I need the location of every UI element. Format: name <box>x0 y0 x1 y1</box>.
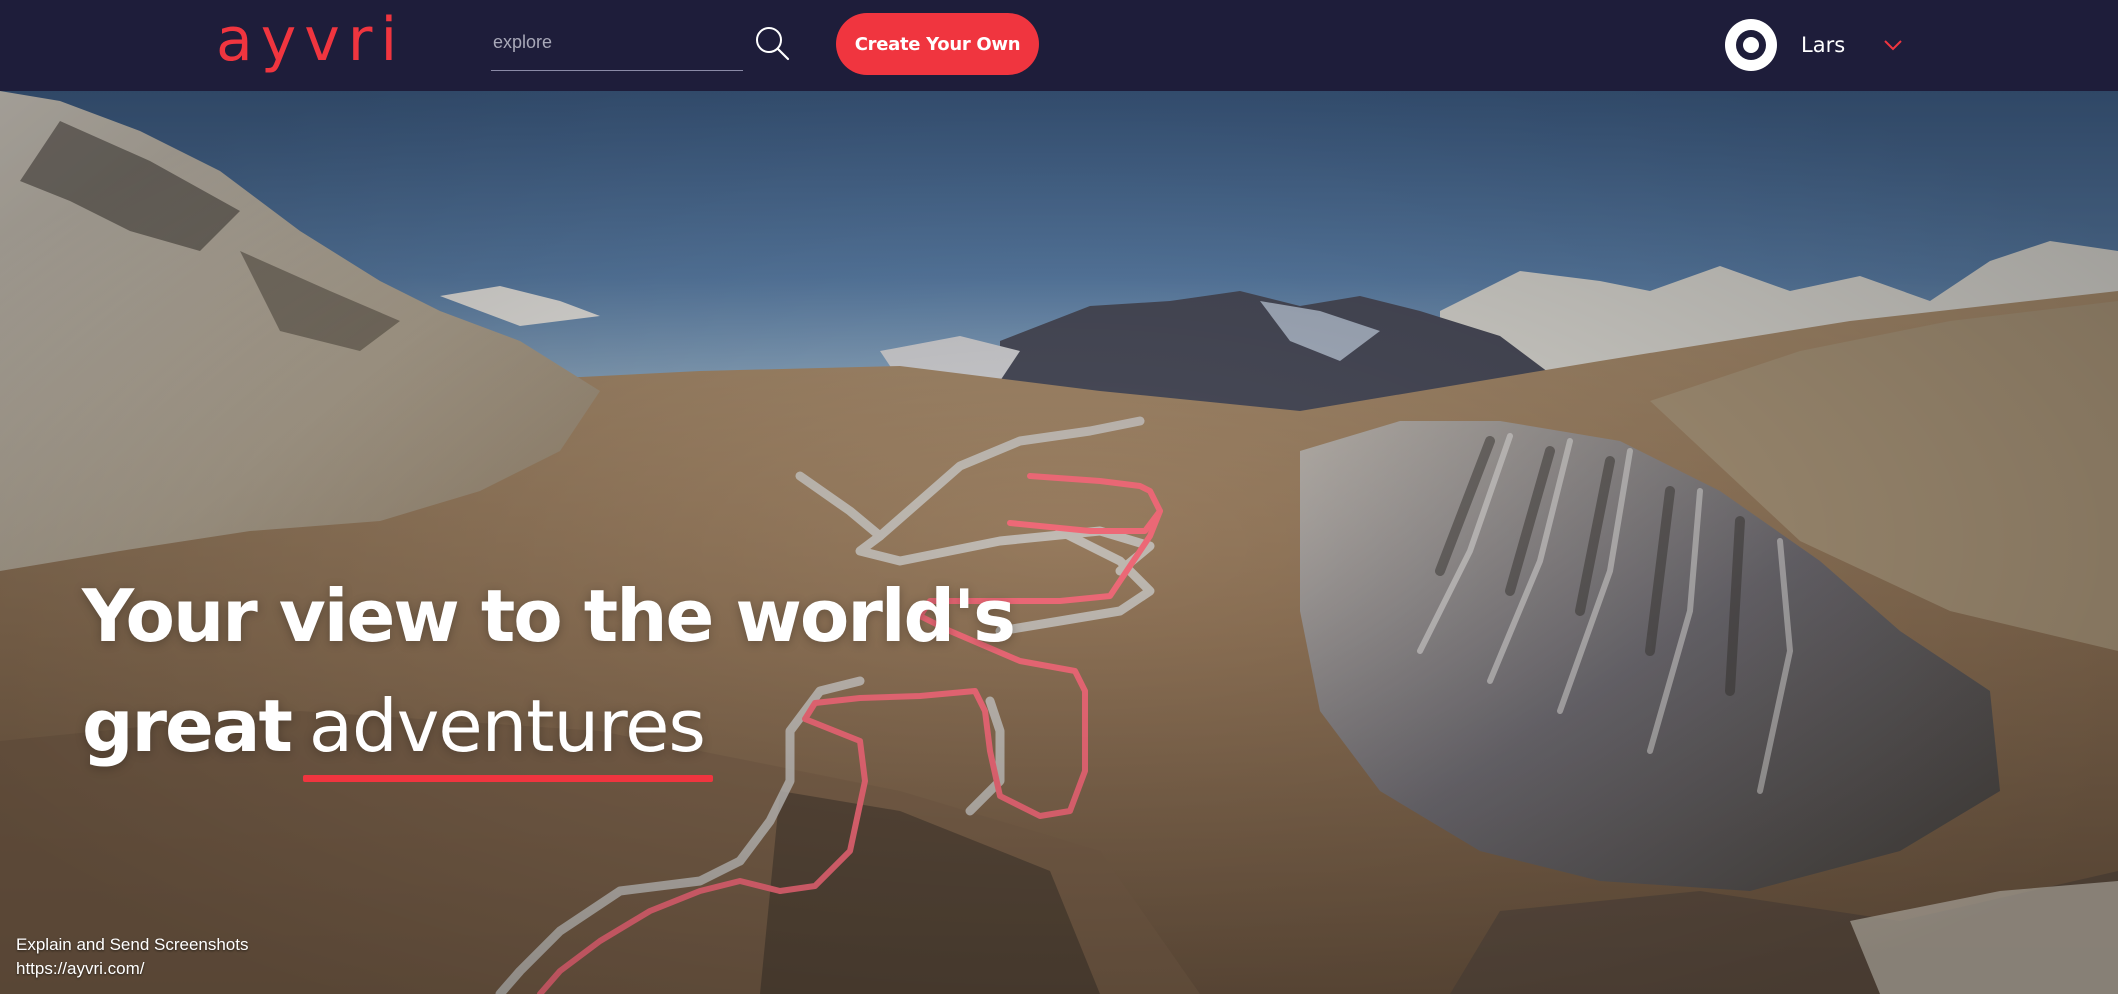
headline-underline <box>303 775 713 782</box>
headline-line-2: great adventures <box>82 671 1014 781</box>
logo-text: ayvri <box>216 5 406 75</box>
search-icon[interactable] <box>754 25 790 61</box>
headline-bold-word: great <box>82 684 293 768</box>
create-your-own-button[interactable]: Create Your Own <box>836 13 1039 75</box>
search-input[interactable] <box>491 26 743 70</box>
hero-headline: Your view to the world's great adventures <box>82 561 1016 781</box>
ayvri-logo[interactable]: ayvri <box>216 5 405 75</box>
mountain-landscape-image <box>0 91 2118 994</box>
hero-section: Your view to the world's great adventures… <box>0 91 2118 994</box>
user-menu[interactable]: Lars <box>1725 18 1903 72</box>
footer-note: Explain and Send Screenshots https://ayv… <box>16 933 249 981</box>
avatar-icon <box>1725 19 1777 71</box>
headline-line-1: Your view to the world's <box>82 574 1016 658</box>
search-field <box>491 26 743 71</box>
top-navbar: ayvri Create Your Own Lars <box>0 0 2118 91</box>
footer-note-line-1: Explain and Send Screenshots <box>16 935 249 954</box>
user-name: Lars <box>1801 33 1846 57</box>
footer-url: https://ayvri.com/ <box>16 959 145 978</box>
chevron-down-icon[interactable] <box>1883 38 1903 52</box>
headline-light-word: adventures <box>308 684 706 768</box>
